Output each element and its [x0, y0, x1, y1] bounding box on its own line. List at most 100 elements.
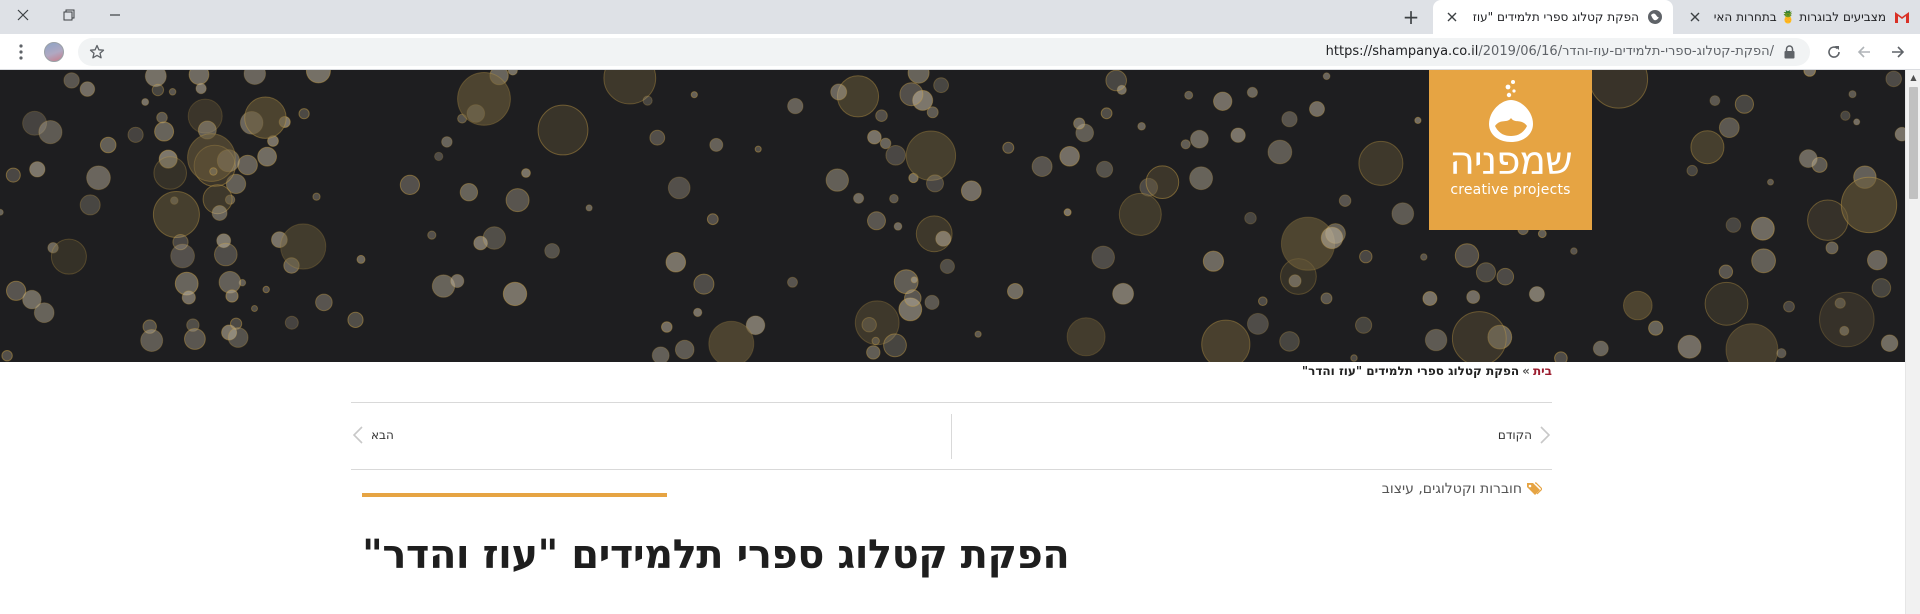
bubble — [1002, 141, 1015, 154]
bubble — [507, 70, 518, 76]
bubble — [1424, 328, 1448, 352]
bubble — [853, 192, 865, 204]
bubble — [399, 174, 420, 196]
bubble — [1414, 116, 1422, 125]
window-restore-button[interactable] — [46, 0, 92, 30]
next-post-link[interactable]: הבא — [351, 423, 394, 447]
bubble — [1, 350, 13, 362]
bubble — [1783, 300, 1795, 313]
bubble — [1867, 250, 1888, 271]
bubble — [867, 211, 886, 231]
gmail-icon — [1894, 9, 1910, 25]
forward-button[interactable] — [1886, 40, 1910, 64]
bubble — [1007, 283, 1024, 300]
bubble — [195, 82, 207, 95]
profile-button[interactable] — [42, 40, 66, 64]
bubble — [1073, 117, 1086, 130]
bubble — [1091, 245, 1115, 270]
bubble — [5, 167, 21, 183]
tab-close-button[interactable] — [1443, 8, 1461, 26]
bubble — [156, 111, 168, 124]
bubble — [1718, 117, 1740, 138]
plus-icon: + — [1402, 5, 1420, 29]
post-navigation: הקודם הבא — [351, 402, 1552, 470]
bubble — [1709, 95, 1721, 107]
bubble — [1592, 340, 1609, 357]
bubble — [1202, 250, 1225, 272]
tab-inactive[interactable]: מצביעים לבוגרות 🍍 בתחרות האי — [1676, 0, 1920, 34]
bubble — [1320, 292, 1333, 305]
bubble — [1686, 164, 1698, 177]
bubble — [693, 307, 703, 318]
bubble — [1096, 160, 1114, 178]
bubble — [939, 258, 956, 274]
page-scrollbar[interactable]: ▲ — [1905, 70, 1920, 614]
reload-button[interactable] — [1822, 40, 1846, 64]
bubble — [1819, 291, 1875, 348]
bubble — [79, 194, 101, 216]
previous-post-label: הקודם — [1497, 428, 1532, 442]
bubble — [1871, 278, 1892, 298]
bubble — [1355, 316, 1373, 334]
previous-post-link[interactable]: הקודם — [1498, 423, 1552, 447]
bubble — [1623, 290, 1653, 321]
tab-active[interactable]: הפקת קטלוג ספרי תלמידים "עוז והדר" — [1433, 0, 1673, 34]
bubble — [1537, 229, 1547, 239]
lock-icon[interactable] — [1782, 44, 1796, 60]
tab-strip: + הפקת קטלוג ספרי תלמידים "עוז והדר" מצב… — [0, 0, 1920, 34]
bubble — [787, 97, 804, 115]
bubble — [1475, 262, 1497, 283]
bubble — [1322, 72, 1331, 81]
arrow-left-icon — [1857, 46, 1870, 58]
bubble — [63, 72, 80, 89]
site-logo[interactable]: שמפניה creative projects — [1429, 70, 1592, 230]
bubble — [505, 188, 530, 213]
bubble — [1466, 290, 1481, 304]
bubble — [871, 336, 880, 346]
breadcrumb-home-link[interactable]: בית — [1533, 364, 1552, 378]
bubble — [237, 154, 258, 176]
bubble — [188, 70, 210, 85]
bubble — [1554, 351, 1568, 362]
new-tab-button[interactable]: + — [1398, 5, 1424, 29]
tab-close-button[interactable] — [1686, 8, 1704, 26]
reload-icon — [1828, 46, 1840, 58]
bubble — [99, 136, 117, 154]
bubble — [585, 204, 593, 212]
bubble — [1496, 267, 1515, 286]
bubble — [1281, 111, 1298, 128]
bookmark-star-icon[interactable] — [86, 41, 108, 63]
bubble — [1798, 149, 1818, 169]
next-post-label: הבא — [371, 428, 394, 442]
bubble — [1230, 127, 1246, 143]
bubble — [225, 289, 239, 303]
browser-menu-button[interactable] — [9, 40, 33, 64]
bubble — [651, 346, 670, 362]
bubble — [693, 273, 715, 295]
bubble — [1751, 248, 1776, 274]
bubble — [883, 333, 907, 358]
bubble — [1105, 70, 1127, 92]
bubble — [1267, 139, 1293, 165]
bubble — [893, 222, 903, 231]
window-minimize-button[interactable] — [92, 0, 138, 30]
scrollbar-thumb[interactable] — [1909, 87, 1918, 199]
bubble — [181, 290, 196, 305]
window-close-button[interactable] — [0, 0, 46, 30]
bubble — [427, 230, 437, 240]
bubble — [1189, 166, 1214, 191]
categories-links[interactable]: חוברות וקטלוגים, עיצוב — [1382, 481, 1522, 497]
bubble — [905, 130, 957, 181]
title-accent-line — [362, 493, 667, 497]
close-icon — [17, 9, 29, 21]
bubble — [38, 120, 63, 145]
scroll-up-arrow-icon[interactable]: ▲ — [1906, 70, 1920, 85]
bubble — [708, 320, 755, 362]
bubble — [1718, 264, 1734, 279]
bubble — [459, 183, 479, 202]
chevron-left-icon — [351, 425, 365, 445]
bubble — [227, 327, 249, 348]
bubble — [667, 176, 691, 200]
address-bar[interactable]: https://shampanya.co.il/2019/06/16/הפקת-… — [78, 38, 1810, 66]
back-button[interactable] — [1852, 40, 1876, 64]
